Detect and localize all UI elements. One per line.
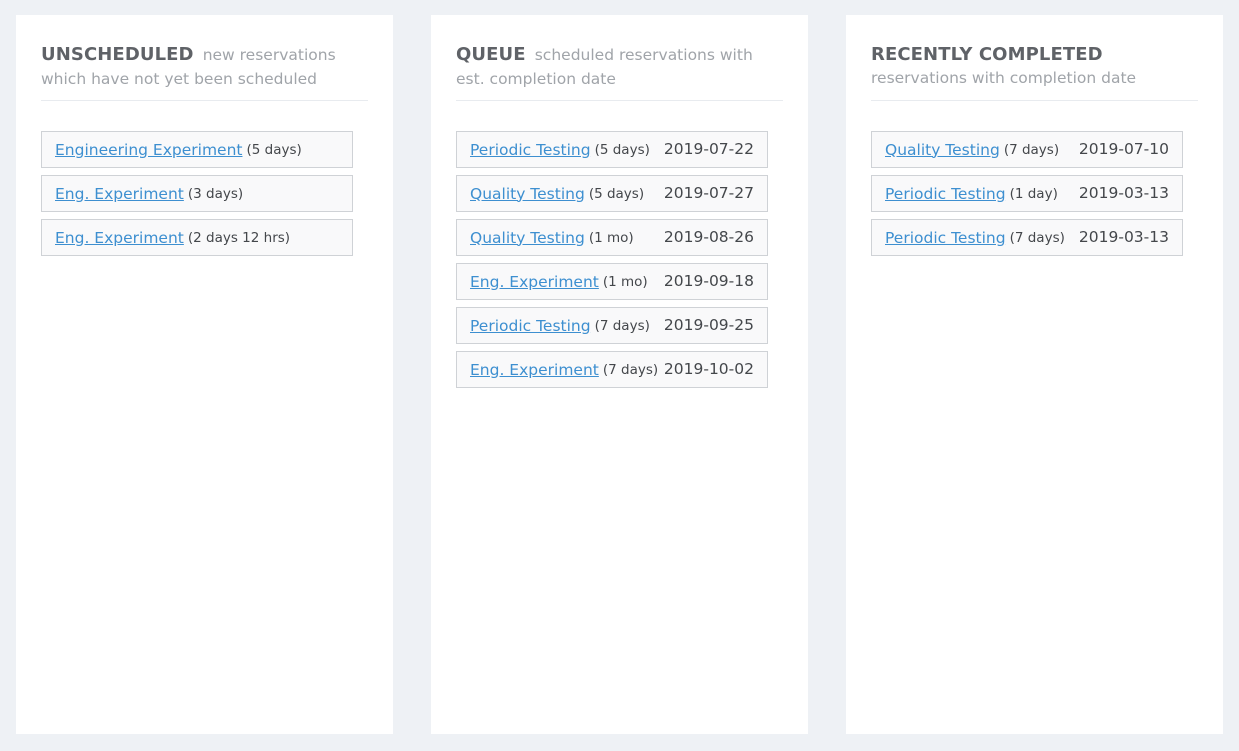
reservation-item: Periodic Testing (1 day) 2019-03-13	[871, 175, 1183, 212]
reservation-link[interactable]: Quality Testing	[885, 141, 1000, 159]
reservation-link[interactable]: Quality Testing	[470, 229, 585, 247]
reservation-duration: (5 days)	[588, 185, 645, 202]
reservation-date: 2019-07-27	[663, 184, 754, 202]
reservation-item: Periodic Testing (7 days) 2019-09-25	[456, 307, 768, 344]
reservation-item: Eng. Experiment (1 mo) 2019-09-18	[456, 263, 768, 300]
reservation-link[interactable]: Periodic Testing	[470, 141, 591, 159]
reservation-duration: (1 day)	[1009, 185, 1058, 202]
reservation-link[interactable]: Periodic Testing	[885, 229, 1006, 247]
reservation-link[interactable]: Engineering Experiment	[55, 141, 242, 159]
reservation-item: Quality Testing (1 mo) 2019-08-26	[456, 219, 768, 256]
reservation-duration: (2 days 12 hrs)	[187, 229, 291, 246]
reservation-item: Eng. Experiment (3 days)	[41, 175, 353, 212]
reservation-duration: (7 days)	[594, 317, 650, 334]
reservation-duration: (7 days)	[1003, 141, 1060, 158]
reservation-link[interactable]: Periodic Testing	[885, 185, 1006, 203]
reservation-duration: (7 days)	[602, 361, 659, 378]
reservation-link[interactable]: Eng. Experiment	[470, 273, 599, 291]
reservation-item: Eng. Experiment (7 days) 2019-10-02	[456, 351, 768, 388]
panel-title: QUEUE	[456, 44, 526, 65]
reservation-item: Periodic Testing (7 days) 2019-03-13	[871, 219, 1183, 256]
panel-header: QUEUE scheduled reservations with est. c…	[456, 43, 783, 101]
reservation-item: Quality Testing (5 days) 2019-07-27	[456, 175, 768, 212]
reservation-date: 2019-03-13	[1078, 228, 1169, 246]
reservation-link[interactable]: Eng. Experiment	[470, 361, 599, 379]
reservation-date: 2019-09-25	[663, 316, 754, 334]
panel-title: UNSCHEDULED	[41, 44, 194, 65]
reservation-date: 2019-10-02	[663, 360, 754, 378]
reservation-list: Engineering Experiment (5 days) Eng. Exper…	[41, 131, 368, 256]
reservation-item: Eng. Experiment (2 days 12 hrs)	[41, 219, 353, 256]
reservation-item: Engineering Experiment (5 days)	[41, 131, 353, 168]
reservation-link[interactable]: Quality Testing	[470, 185, 585, 203]
reservation-item: Periodic Testing (5 days) 2019-07-22	[456, 131, 768, 168]
reservation-duration: (5 days)	[594, 141, 650, 158]
reservation-duration: (3 days)	[187, 185, 244, 202]
reservation-date: 2019-07-10	[1078, 140, 1169, 158]
reservation-date: 2019-07-22	[663, 140, 754, 158]
panel-header: RECENTLY COMPLETED reservations with com…	[871, 43, 1198, 101]
reservation-list: Quality Testing (7 days) 2019-07-10 Periodi…	[871, 131, 1198, 256]
reservation-duration: (7 days)	[1009, 229, 1065, 246]
reservation-board: UNSCHEDULED new reservations which have …	[0, 0, 1239, 751]
reservation-link[interactable]: Eng. Experiment	[55, 185, 184, 203]
unscheduled-panel: UNSCHEDULED new reservations which have …	[16, 15, 393, 734]
reservation-date: 2019-08-26	[663, 228, 754, 246]
reservation-duration: (1 mo)	[602, 273, 648, 290]
reservation-item: Quality Testing (7 days) 2019-07-10	[871, 131, 1183, 168]
reservation-duration: (5 days)	[246, 141, 302, 158]
queue-panel: QUEUE scheduled reservations with est. c…	[431, 15, 808, 734]
reservation-duration: (1 mo)	[588, 229, 634, 246]
reservation-date: 2019-03-13	[1078, 184, 1169, 202]
reservation-list: Periodic Testing (5 days) 2019-07-22 Qualit…	[456, 131, 783, 388]
reservation-date: 2019-09-18	[663, 272, 754, 290]
panel-subtitle: reservations with completion date	[871, 69, 1137, 87]
reservation-link[interactable]: Eng. Experiment	[55, 229, 184, 247]
reservation-link[interactable]: Periodic Testing	[470, 317, 591, 335]
panel-header: UNSCHEDULED new reservations which have …	[41, 43, 368, 101]
panel-title: RECENTLY COMPLETED	[871, 44, 1103, 65]
recently-completed-panel: RECENTLY COMPLETED reservations with com…	[846, 15, 1223, 734]
